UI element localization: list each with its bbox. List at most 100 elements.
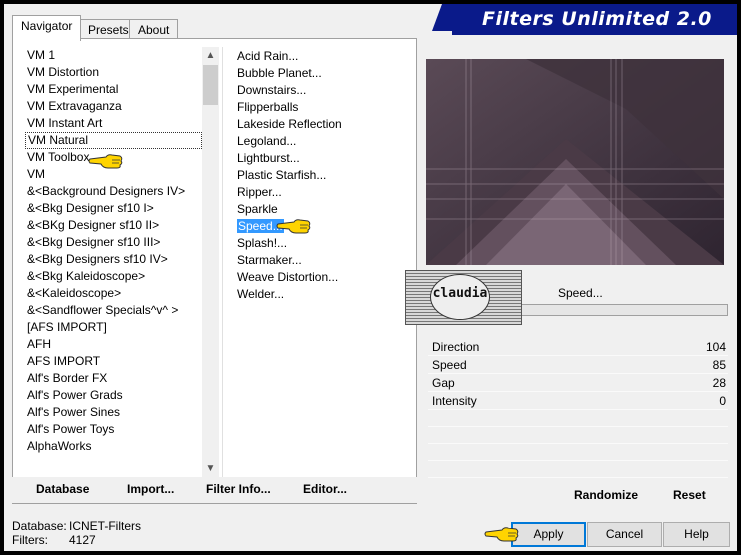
filter-item[interactable]: Lakeside Reflection (233, 116, 403, 133)
filters-unlimited-window: Filters Unlimited 2.0 Navigator Presets … (0, 0, 741, 555)
filters-count-value: 4127 (69, 533, 96, 547)
import-button[interactable]: Import... (127, 482, 174, 496)
category-item[interactable]: VM Natural (25, 132, 202, 149)
filter-item-label: Weave Distortion... (237, 270, 339, 284)
category-item[interactable]: AFS IMPORT (22, 353, 202, 370)
category-item[interactable]: VM Distortion (22, 64, 202, 81)
filter-item[interactable]: Sparkle (233, 201, 403, 218)
watermark-text: claudia (432, 286, 488, 301)
tab-about[interactable]: About (129, 19, 179, 40)
filter-item-label: Flipperballs (237, 100, 299, 114)
category-item[interactable]: VM Extravaganza (22, 98, 202, 115)
filter-item[interactable]: Bubble Planet... (233, 65, 403, 82)
category-item[interactable]: Alf's Power Toys (22, 421, 202, 438)
empty-parameter-row (428, 427, 728, 444)
scroll-thumb[interactable] (203, 65, 218, 105)
category-list[interactable]: VM 1 VM Distortion VM Experimental VM Extra… (22, 47, 202, 477)
empty-parameter-row (428, 410, 728, 427)
parameter-list: Direction 104 Speed 85 Gap 28 Intensity 0 (428, 338, 728, 478)
filter-item[interactable]: Downstairs... (233, 82, 403, 99)
filter-item-label: Downstairs... (237, 83, 307, 97)
database-status-value: ICNET-Filters (69, 519, 141, 533)
database-button[interactable]: Database (36, 482, 89, 496)
category-item[interactable]: &<Kaleidoscope> (22, 285, 202, 302)
filter-item[interactable]: Plastic Starfish... (233, 167, 403, 184)
parameter-row[interactable]: Intensity 0 (428, 392, 728, 410)
filters-count-label: Filters: (12, 533, 48, 547)
parameter-value: 104 (705, 340, 726, 354)
pointing-hand-icon (484, 527, 519, 542)
filter-item-label: Welder... (237, 287, 285, 301)
list-divider (222, 47, 223, 477)
reset-button[interactable]: Reset (673, 488, 706, 502)
title-banner: Filters Unlimited 2.0 (432, 4, 737, 36)
category-item[interactable]: &<Bkg Kaleidoscope> (22, 268, 202, 285)
parameter-name: Intensity (432, 394, 477, 408)
category-item[interactable]: Alf's Power Sines (22, 404, 202, 421)
filter-item[interactable]: Flipperballs (233, 99, 403, 116)
database-label: Database (36, 482, 90, 496)
category-item[interactable]: VM Instant Art (22, 115, 202, 132)
filter-list[interactable]: Acid Rain... Bubble Planet... Downstairs..… (233, 48, 403, 468)
preview-graphic (426, 59, 724, 265)
editor-button[interactable]: Editor... (303, 482, 347, 496)
category-item[interactable]: &<Background Designers IV> (22, 183, 202, 200)
import-label: Import... (127, 482, 175, 496)
parameter-row[interactable]: Gap 28 (428, 374, 728, 392)
parameter-name: Direction (432, 340, 480, 354)
parameter-value: 85 (712, 358, 726, 372)
filter-item[interactable]: Acid Rain... (233, 48, 403, 65)
parameter-name: Speed (432, 358, 467, 372)
banner-underline (452, 31, 737, 35)
filter-item[interactable]: Ripper... (233, 184, 403, 201)
right-button-bar: Randomize Reset (428, 482, 733, 506)
parameter-row[interactable]: Speed 85 (428, 356, 728, 374)
scroll-down-icon[interactable]: ▼ (202, 460, 219, 477)
parameter-row[interactable]: Direction 104 (428, 338, 728, 356)
filter-item-label: Legoland... (237, 134, 297, 148)
filter-item-label: Lakeside Reflection (237, 117, 342, 131)
category-item[interactable]: &<Bkg Designer sf10 I> (22, 200, 202, 217)
tab-navigator[interactable]: Navigator (12, 15, 82, 41)
category-item[interactable]: [AFS IMPORT] (22, 319, 202, 336)
filter-item[interactable]: Lightburst... (233, 150, 403, 167)
filter-item-label: Sparkle (237, 202, 278, 216)
cancel-button[interactable]: Cancel (587, 522, 662, 547)
category-item[interactable]: Alf's Power Grads (22, 387, 202, 404)
category-item[interactable]: &<Sandflower Specials^v^ > (22, 302, 202, 319)
empty-parameter-row (428, 444, 728, 461)
category-scrollbar[interactable]: ▲ ▼ (202, 47, 219, 477)
filter-info-button[interactable]: Filter Info... (206, 482, 271, 496)
filter-item-label: Lightburst... (237, 151, 300, 165)
category-item[interactable]: AlphaWorks (22, 438, 202, 455)
help-button[interactable]: Help (663, 522, 730, 547)
category-item[interactable]: &<Bkg Designers sf10 IV> (22, 251, 202, 268)
reset-label: Reset (673, 488, 706, 502)
parameter-value: 0 (719, 394, 726, 408)
filter-item-label: Bubble Planet... (237, 66, 322, 80)
filter-item-label: Acid Rain... (237, 49, 299, 63)
preview-image[interactable] (426, 59, 724, 265)
category-item[interactable]: VM Experimental (22, 81, 202, 98)
filter-info-label: Filter Info... (206, 482, 271, 496)
watermark-stamp: claudia (405, 270, 522, 325)
randomize-button[interactable]: Randomize (574, 488, 638, 502)
category-item[interactable]: Alf's Border FX (22, 370, 202, 387)
scroll-up-icon[interactable]: ▲ (202, 47, 219, 64)
category-item[interactable]: AFH (22, 336, 202, 353)
filter-item[interactable]: Weave Distortion... (233, 269, 403, 286)
filter-item[interactable]: Speed... (233, 218, 403, 235)
apply-button[interactable]: Apply (511, 522, 586, 547)
empty-parameter-row (428, 461, 728, 478)
watermark-logo: claudia (430, 274, 490, 320)
filter-item[interactable]: Starmaker... (233, 252, 403, 269)
category-item[interactable]: &<Bkg Designer sf10 III> (22, 234, 202, 251)
filter-item[interactable]: Welder... (233, 286, 403, 303)
category-item[interactable]: VM 1 (22, 47, 202, 64)
category-item[interactable]: &<BKg Designer sf10 II> (22, 217, 202, 234)
filter-item[interactable]: Splash!... (233, 235, 403, 252)
filter-item[interactable]: Legoland... (233, 133, 403, 150)
status-area: Database: ICNET-Filters Filters: 4127 (12, 520, 162, 548)
pointing-hand-icon (276, 219, 311, 234)
filter-item-label: Ripper... (237, 185, 282, 199)
